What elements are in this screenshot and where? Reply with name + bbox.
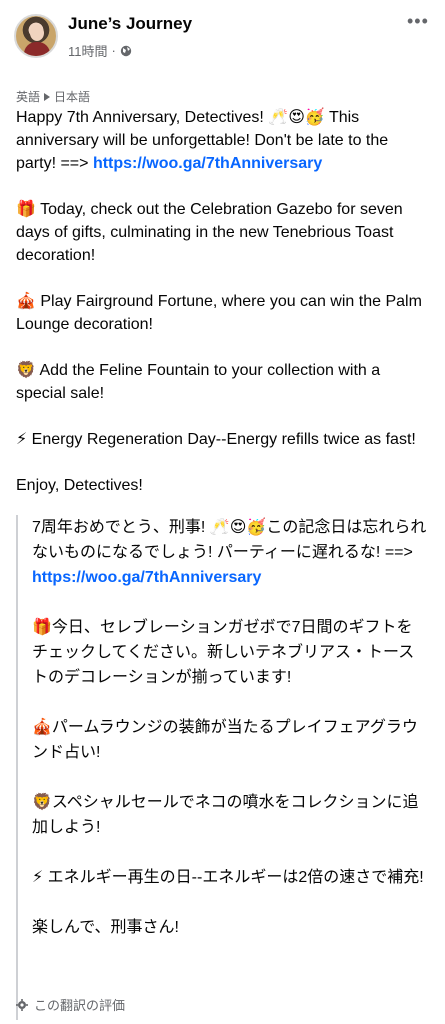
more-icon[interactable]: ••• <box>407 12 431 30</box>
anniversary-link[interactable]: https://woo.ga/7thAnniversary <box>93 155 322 172</box>
translated-anniversary-link[interactable]: https://woo.ga/7thAnniversary <box>32 569 261 586</box>
translated-paragraph-3: 🎪パームラウンジの装飾が当たるプレイフェアグラウンド占い! <box>32 719 418 761</box>
translated-paragraph-4: 🦁スペシャルセールでネコの噴水をコレクションに追加しよう! <box>32 794 419 836</box>
language-arrow-icon <box>44 92 51 101</box>
post-paragraph-4: 🦁 Add the Feline Fountain to your collec… <box>16 362 381 402</box>
rate-translation[interactable]: この翻訳の評価 <box>16 995 125 1014</box>
post-paragraph-6: Enjoy, Detectives! <box>16 477 143 494</box>
page-avatar[interactable] <box>14 14 58 58</box>
post-paragraph-2: 🎁 Today, check out the Celebration Gazeb… <box>16 201 403 264</box>
translated-paragraph-1-text: 7周年おめでとう、刑事! 🥂😍🥳この記念日は忘れられないものになるでしょう! パ… <box>32 519 427 561</box>
globe-icon <box>120 45 132 57</box>
rate-translation-label: この翻訳の評価 <box>34 998 126 1013</box>
gear-icon <box>16 998 28 1011</box>
translated-paragraph-1: 7周年おめでとう、刑事! 🥂😍🥳この記念日は忘れられないものになるでしょう! パ… <box>32 515 428 590</box>
target-language: 日本語 <box>54 90 91 104</box>
translated-paragraph-6: 楽しんで、刑事さん! <box>32 919 180 936</box>
post-meta: 11時間 · <box>68 41 132 60</box>
post-paragraph-5: ⚡ Energy Regeneration Day--Energy refill… <box>16 431 416 448</box>
post-time[interactable]: 11時間 <box>68 41 108 60</box>
translated-body: 7周年おめでとう、刑事! 🥂😍🥳この記念日は忘れられないものになるでしょう! パ… <box>32 515 428 940</box>
source-language: 英語 <box>16 90 41 104</box>
translated-paragraph-5: ⚡ エネルギー再生の日--エネルギーは2倍の速さで補充! <box>32 869 424 886</box>
page-name[interactable]: June’s Journey <box>68 14 192 34</box>
translated-post: 7周年おめでとう、刑事! 🥂😍🥳この記念日は忘れられないものになるでしょう! パ… <box>16 515 428 1020</box>
meta-separator: · <box>111 43 116 58</box>
post-header: June’s Journey 11時間 · ••• <box>0 0 445 70</box>
post-paragraph-3: 🎪 Play Fairground Fortune, where you can… <box>16 293 422 333</box>
translated-paragraph-2: 🎁今日、セレブレーションガゼボで7日間のギフトをチェックしてください。新しいテネ… <box>32 619 415 686</box>
translation-language-row[interactable]: 英語 日本語 <box>16 88 90 105</box>
post-paragraph-1: Happy 7th Anniversary, Detectives! 🥂😍🥳 T… <box>16 106 426 175</box>
post-body: Happy 7th Anniversary, Detectives! 🥂😍🥳 T… <box>16 106 426 520</box>
